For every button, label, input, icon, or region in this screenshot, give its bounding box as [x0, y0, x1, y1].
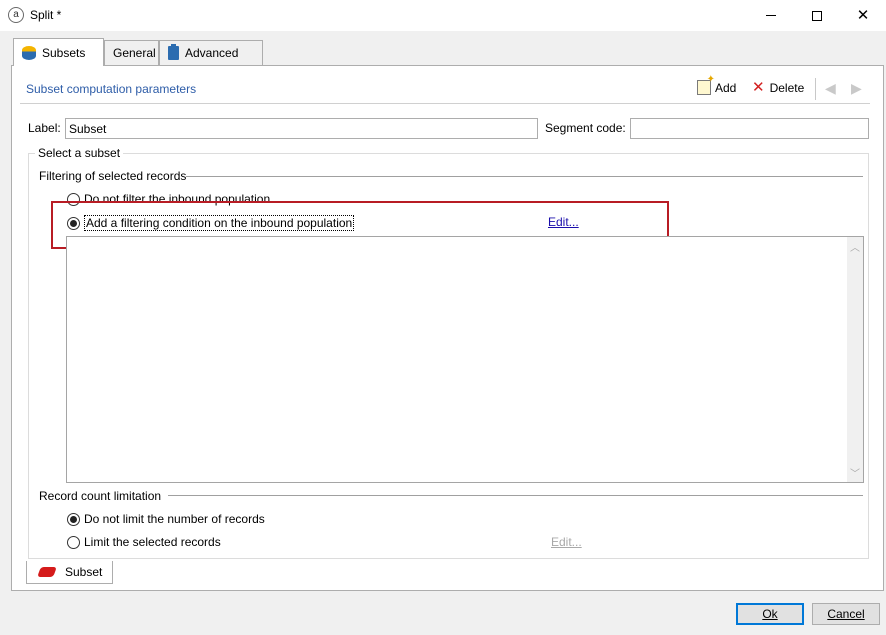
tab-subset[interactable]: Subset [26, 561, 113, 584]
radio-no-limit[interactable]: Do not limit the number of records [67, 512, 265, 526]
minimize-icon [766, 15, 776, 16]
tab-label: Subsets [42, 45, 86, 60]
tab-label: Advanced [185, 46, 239, 60]
label-caption: Label: [28, 121, 61, 135]
filter-condition-area[interactable] [66, 236, 864, 483]
label-field[interactable] [65, 118, 538, 139]
delete-button[interactable]: ✕ Delete [752, 80, 804, 95]
window-title: Split * [30, 8, 62, 22]
next-icon[interactable]: ▶ [851, 80, 862, 97]
maximize-button[interactable] [794, 0, 840, 31]
add-button[interactable]: Add [697, 74, 737, 95]
section-title: Subset computation parameters [26, 82, 197, 96]
cancel-label: Cancel [827, 607, 865, 621]
delete-label: Delete [769, 80, 805, 95]
close-icon: ✕ [856, 7, 870, 24]
scroll-up-icon[interactable]: ︿ [850, 239, 860, 254]
add-icon [697, 74, 715, 95]
segment-code-field[interactable] [630, 118, 869, 139]
tab-advanced[interactable]: Advanced [159, 40, 263, 65]
record-count-title: Record count limitation [39, 489, 166, 503]
divider [168, 495, 863, 496]
radio-button[interactable] [67, 535, 80, 549]
tab-subsets[interactable]: Subsets [13, 38, 104, 66]
database-icon [22, 45, 36, 60]
subset-group-title: Select a subset [35, 146, 124, 160]
previous-icon[interactable]: ◀ [825, 80, 836, 97]
toolbar-divider [815, 78, 816, 100]
ok-label: Ok [762, 607, 778, 621]
minimize-button[interactable] [748, 0, 794, 31]
radio-label: Limit the selected records [84, 535, 221, 549]
tab-general[interactable]: General [104, 40, 159, 65]
scrollbar[interactable]: ︿ ﹀ [847, 237, 863, 482]
cancel-button[interactable]: Cancel [812, 603, 880, 625]
maximize-icon [812, 10, 822, 21]
segment-code-caption: Segment code: [545, 121, 626, 135]
adobe-campaign-icon: a [8, 7, 24, 23]
ok-button[interactable]: Ok [736, 603, 804, 625]
limit-edit-link: Edit... [551, 535, 582, 549]
close-button[interactable]: ✕ [840, 0, 886, 31]
filtering-title: Filtering of selected records [39, 169, 191, 183]
add-label: Add [715, 80, 737, 95]
clipboard-icon [168, 44, 179, 60]
tab-label: General [113, 46, 156, 60]
scroll-down-icon[interactable]: ﹀ [850, 465, 860, 480]
delete-icon: ✕ [752, 79, 765, 96]
tab-label: Subset [65, 565, 103, 579]
divider [186, 176, 863, 177]
radio-label: Do not limit the number of records [84, 512, 265, 526]
divider [20, 103, 870, 104]
subset-icon [37, 567, 57, 577]
radio-limit[interactable]: Limit the selected records [67, 535, 221, 549]
radio-button[interactable] [67, 512, 80, 526]
